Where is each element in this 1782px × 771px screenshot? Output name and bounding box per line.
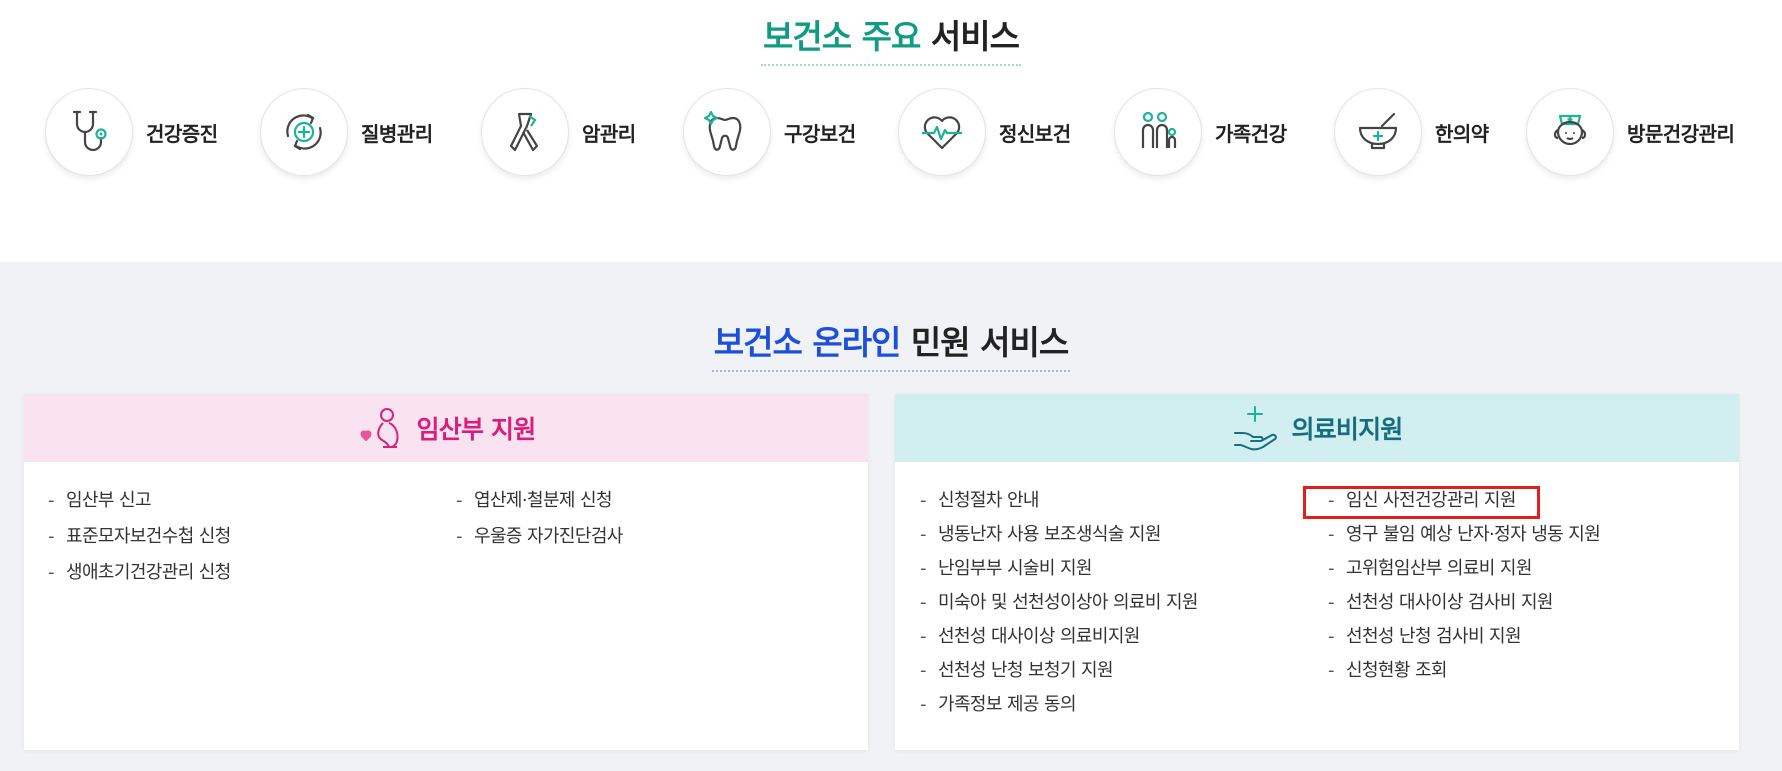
medical-link[interactable]: 영구 불임 예상 난자·정자 냉동 지원: [1328, 522, 1601, 556]
highlight-box: [1303, 486, 1540, 519]
online-services-title-accent: 보건소 온라인: [713, 323, 902, 362]
medical-support-header[interactable]: 의료비지원: [895, 394, 1739, 462]
mortar-pestle-icon: [1334, 88, 1422, 176]
pregnancy-support-title: 임산부 지원: [416, 415, 537, 444]
service-label: 구강보건: [784, 121, 856, 146]
online-services-title-plain: 민원 서비스: [910, 323, 1069, 362]
medical-link[interactable]: 고위험임산부 의료비 지원: [1328, 556, 1600, 590]
medical-link[interactable]: 신청현황 조회: [1328, 658, 1600, 692]
pregnancy-link[interactable]: 표준모자보건수첩 신청: [48, 524, 231, 560]
service-label: 가족건강: [1215, 121, 1287, 146]
medical-link[interactable]: 미숙아 및 선천성이상아 의료비 지원: [920, 590, 1198, 624]
nurse-icon: [1526, 88, 1614, 176]
service-icon-row: 건강증진 질병관리 암관리 구강보건 정신보건 가족건강 한의약 방문건강관리: [0, 87, 1782, 177]
family-icon: [1114, 88, 1202, 176]
medical-link[interactable]: 신청절차 안내: [920, 488, 1198, 522]
medical-link[interactable]: 선천성 대사이상 의료비지원: [920, 624, 1198, 658]
service-label: 질병관리: [361, 121, 433, 146]
main-services-title: 보건소 주요 서비스: [0, 10, 1782, 66]
medical-support-title: 의료비지원: [1291, 415, 1403, 444]
stethoscope-icon: [45, 88, 133, 176]
medical-link[interactable]: 선천성 난청 보청기 지원: [920, 658, 1198, 692]
service-oriental-medicine[interactable]: 한의약: [1334, 87, 1489, 177]
service-mental-health[interactable]: 정신보건: [898, 87, 1071, 177]
main-services-title-accent: 보건소 주요: [763, 17, 921, 56]
service-health-promotion[interactable]: 건강증진: [45, 87, 218, 177]
service-label: 방문건강관리: [1627, 121, 1735, 146]
pregnancy-link[interactable]: 임산부 신고: [48, 488, 231, 524]
service-cancer-control[interactable]: 암관리: [481, 87, 636, 177]
medical-link[interactable]: 가족정보 제공 동의: [920, 692, 1198, 726]
virus-cycle-icon: [260, 88, 348, 176]
tooth-icon: [683, 88, 771, 176]
service-family-health[interactable]: 가족건강: [1114, 87, 1287, 177]
medical-link[interactable]: 선천성 대사이상 검사비 지원: [1328, 590, 1600, 624]
service-label: 암관리: [582, 121, 636, 146]
medical-link[interactable]: 난임부부 시술비 지원: [920, 556, 1198, 590]
pregnancy-list-col1: 임산부 신고 표준모자보건수첩 신청 생애초기건강관리 신청: [48, 488, 231, 596]
pregnant-woman-icon: [360, 408, 399, 448]
pregnancy-link[interactable]: 생애초기건강관리 신청: [48, 560, 231, 596]
medical-link[interactable]: 선천성 난청 검사비 지원: [1328, 624, 1600, 658]
service-home-visit[interactable]: 방문건강관리: [1526, 87, 1735, 177]
pregnancy-list-col2: 엽산제·철분제 신청 우울증 자가진단검사: [456, 488, 623, 560]
ribbon-icon: [481, 88, 569, 176]
medical-list-col1: 신청절차 안내 냉동난자 사용 보조생식술 지원 난임부부 시술비 지원 미숙아…: [920, 488, 1198, 726]
medical-link[interactable]: 냉동난자 사용 보조생식술 지원: [920, 522, 1198, 556]
service-label: 건강증진: [146, 121, 218, 146]
medical-support-card: 의료비지원 신청절차 안내 냉동난자 사용 보조생식술 지원 난임부부 시술비 …: [895, 394, 1739, 750]
pregnancy-support-header[interactable]: 임산부 지원: [24, 394, 868, 462]
service-oral-health[interactable]: 구강보건: [683, 87, 856, 177]
online-services-title: 보건소 온라인 민원 서비스: [0, 316, 1782, 372]
heart-pulse-icon: [898, 88, 986, 176]
main-services-section: 보건소 주요 서비스 건강증진 질병관리 암관리 구강보건 정신보건 가족건강 …: [0, 0, 1782, 262]
hand-plus-icon: [1234, 406, 1278, 451]
service-label: 정신보건: [999, 121, 1071, 146]
pregnancy-link[interactable]: 엽산제·철분제 신청: [456, 488, 623, 524]
pregnancy-link[interactable]: 우울증 자가진단검사: [456, 524, 623, 560]
pregnancy-support-card: 임산부 지원 임산부 신고 표준모자보건수첩 신청 생애초기건강관리 신청 엽산…: [24, 394, 868, 750]
service-disease-control[interactable]: 질병관리: [260, 87, 433, 177]
service-label: 한의약: [1435, 121, 1489, 146]
main-services-title-plain: 서비스: [930, 17, 1020, 56]
